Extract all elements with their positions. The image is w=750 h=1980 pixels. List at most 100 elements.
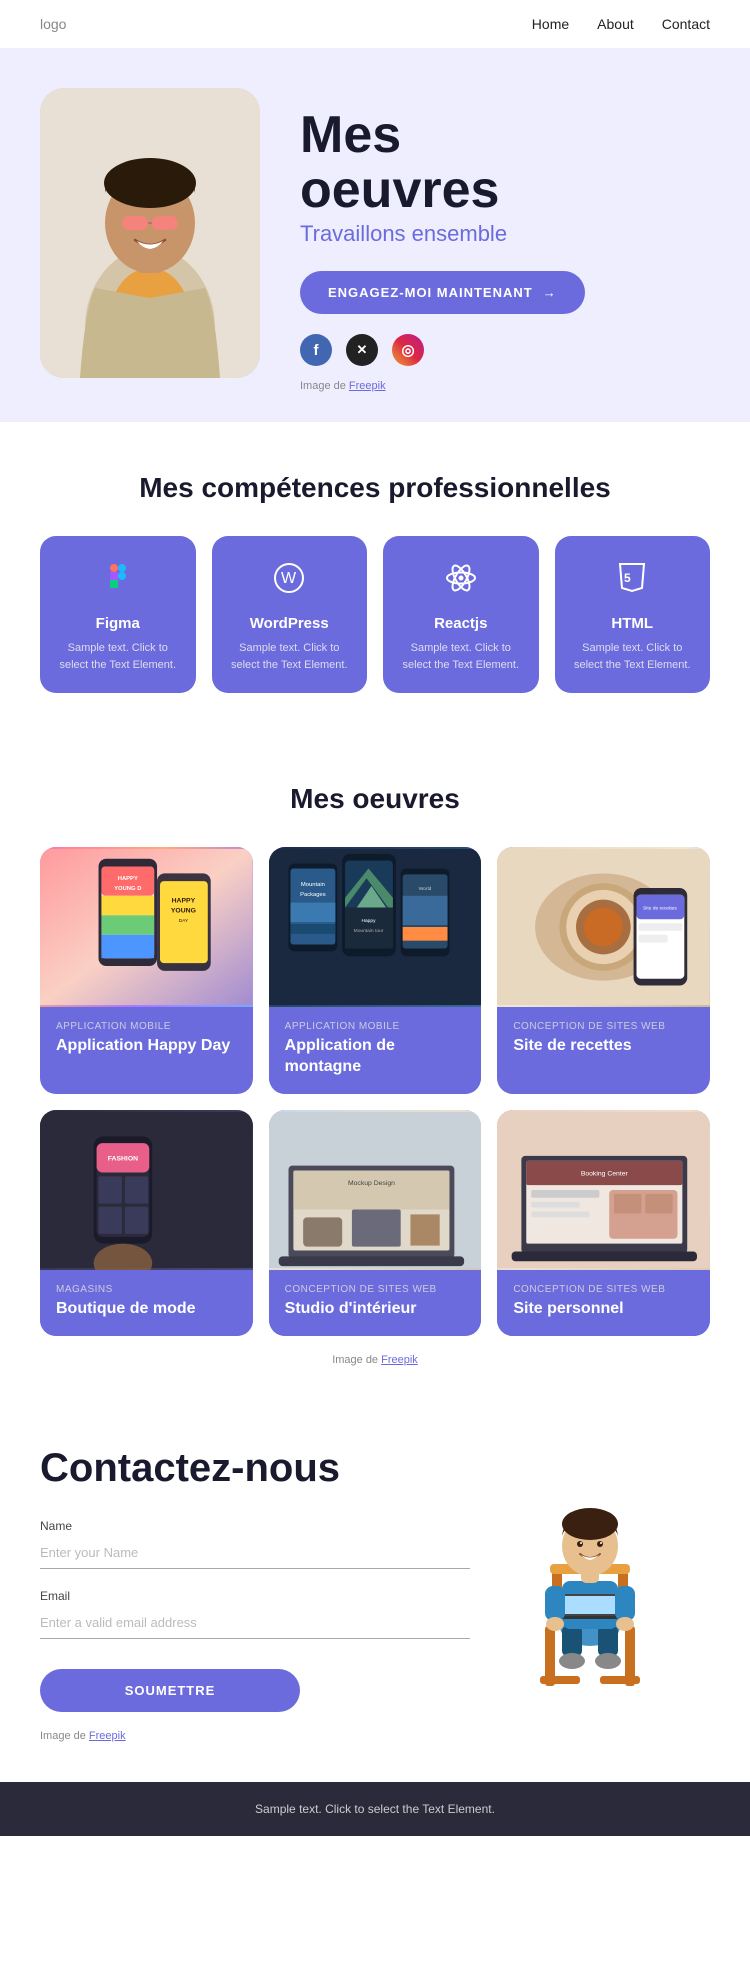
name-field-group: Name (40, 1519, 470, 1569)
svg-text:YOUNG D: YOUNG D (114, 886, 141, 892)
hero-title: Mes oeuvres (300, 108, 585, 217)
footer-text: Sample text. Click to select the Text El… (255, 1802, 495, 1816)
work-info-2: APPLICATION MOBILE Application de montag… (269, 1007, 482, 1094)
reactjs-name: Reactjs (399, 615, 523, 632)
works-title: Mes oeuvres (40, 783, 710, 815)
svg-text:W: W (281, 570, 297, 587)
social-links: f ✕ ◎ (300, 334, 585, 366)
svg-text:Mountain: Mountain (301, 882, 325, 888)
name-label: Name (40, 1519, 470, 1533)
wordpress-icon: W (228, 560, 352, 605)
svg-text:Mountain tour: Mountain tour (353, 928, 383, 934)
work-image-6: Booking Center (497, 1110, 710, 1270)
instagram-icon[interactable]: ◎ (392, 334, 424, 366)
svg-text:FASHION: FASHION (108, 1156, 138, 1163)
nav-contact[interactable]: Contact (662, 16, 710, 32)
figma-name: Figma (56, 615, 180, 632)
work-category-1: APPLICATION MOBILE (56, 1021, 237, 1032)
work-image-3: Site de recettes (497, 847, 710, 1007)
skill-card-wordpress: W WordPress Sample text. Click to select… (212, 536, 368, 693)
work-card-1[interactable]: HAPPY YOUNG D HAPPY YOUNG DAY APPLICATIO… (40, 847, 253, 1094)
cta-arrow: → (543, 285, 557, 300)
work-info-1: APPLICATION MOBILE Application Happy Day (40, 1007, 253, 1073)
reactjs-desc: Sample text. Click to select the Text El… (399, 640, 523, 673)
skills-grid: Figma Sample text. Click to select the T… (40, 536, 710, 693)
cta-button[interactable]: ENGAGEZ-MOI MAINTENANT → (300, 271, 585, 314)
work-info-5: CONCEPTION DE SITES WEB Studio d'intérie… (269, 1270, 482, 1336)
nav-home[interactable]: Home (532, 16, 569, 32)
work-title-1: Application Happy Day (56, 1036, 237, 1057)
work-category-2: APPLICATION MOBILE (285, 1021, 466, 1032)
logo: logo (40, 16, 66, 32)
email-field-group: Email (40, 1589, 470, 1639)
hero-subtitle: Travaillons ensemble (300, 221, 585, 247)
contact-form: Contactez-nous Name Email SOUMETTRE Imag… (40, 1446, 470, 1742)
wordpress-desc: Sample text. Click to select the Text El… (228, 640, 352, 673)
nav-about[interactable]: About (597, 16, 634, 32)
contact-freepik-credit: Image de Freepik (40, 1730, 470, 1742)
work-card-6[interactable]: Booking Center CONCEPTION DE SITES WEB S… (497, 1110, 710, 1336)
work-image-4: FASHION (40, 1110, 253, 1270)
work-title-4: Boutique de mode (56, 1299, 237, 1320)
twitter-x-icon[interactable]: ✕ (346, 334, 378, 366)
reactjs-icon (399, 560, 523, 605)
navbar: logo Home About Contact (0, 0, 750, 48)
html-icon: 5 (571, 560, 695, 605)
wordpress-name: WordPress (228, 615, 352, 632)
nav-links: Home About Contact (532, 16, 710, 32)
work-category-5: CONCEPTION DE SITES WEB (285, 1284, 466, 1295)
html-name: HTML (571, 615, 695, 632)
skills-section: Mes compétences professionnelles Figma S… (0, 422, 750, 733)
html-desc: Sample text. Click to select the Text El… (571, 640, 695, 673)
work-info-6: CONCEPTION DE SITES WEB Site personnel (497, 1270, 710, 1336)
contact-illustration (490, 1446, 710, 1706)
svg-text:Mockup Design: Mockup Design (348, 1180, 395, 1187)
work-title-2: Application de montagne (285, 1036, 466, 1078)
hero-section: Mes oeuvres Travaillons ensemble ENGAGEZ… (0, 48, 750, 422)
work-image-2: Mountain Packages Happy Mountain tour Wo… (269, 847, 482, 1007)
work-card-4[interactable]: FASHION MAGASINS Boutique de mode (40, 1110, 253, 1336)
work-image-1: HAPPY YOUNG D HAPPY YOUNG DAY (40, 847, 253, 1007)
svg-text:5: 5 (624, 571, 631, 585)
cta-label: ENGAGEZ-MOI MAINTENANT (328, 285, 533, 300)
hero-content: Mes oeuvres Travaillons ensemble ENGAGEZ… (300, 88, 585, 392)
hero-freepik-credit: Image de Freepik (300, 380, 585, 392)
email-label: Email (40, 1589, 470, 1603)
works-grid: HAPPY YOUNG D HAPPY YOUNG DAY APPLICATIO… (40, 847, 710, 1335)
svg-text:YOUNG: YOUNG (171, 908, 196, 915)
svg-text:HAPPY: HAPPY (118, 876, 138, 882)
contact-section: Contactez-nous Name Email SOUMETTRE Imag… (0, 1396, 750, 1782)
work-info-3: CONCEPTION DE SITES WEB Site de recettes (497, 1007, 710, 1073)
email-input[interactable] (40, 1607, 470, 1639)
work-category-4: MAGASINS (56, 1284, 237, 1295)
svg-text:Happy: Happy (361, 918, 376, 924)
skill-card-figma: Figma Sample text. Click to select the T… (40, 536, 196, 693)
skill-card-html: 5 HTML Sample text. Click to select the … (555, 536, 711, 693)
work-category-3: CONCEPTION DE SITES WEB (513, 1021, 694, 1032)
facebook-icon[interactable]: f (300, 334, 332, 366)
work-title-6: Site personnel (513, 1299, 694, 1320)
work-card-2[interactable]: Mountain Packages Happy Mountain tour Wo… (269, 847, 482, 1094)
work-info-4: MAGASINS Boutique de mode (40, 1270, 253, 1336)
work-title-3: Site de recettes (513, 1036, 694, 1057)
figma-icon (56, 560, 180, 605)
name-input[interactable] (40, 1537, 470, 1569)
svg-text:Packages: Packages (300, 892, 326, 898)
work-title-5: Studio d'intérieur (285, 1299, 466, 1320)
svg-text:HAPPY: HAPPY (172, 898, 196, 905)
svg-text:World: World (418, 886, 431, 892)
contact-title: Contactez-nous (40, 1446, 470, 1491)
work-category-6: CONCEPTION DE SITES WEB (513, 1284, 694, 1295)
svg-text:DAY: DAY (179, 918, 189, 924)
footer: Sample text. Click to select the Text El… (0, 1782, 750, 1836)
work-card-5[interactable]: Mockup Design CONCEPTION DE SITES WEB St… (269, 1110, 482, 1336)
svg-text:Booking Center: Booking Center (581, 1170, 629, 1177)
works-freepik-credit: Image de Freepik (40, 1354, 710, 1366)
works-section: Mes oeuvres (0, 733, 750, 1395)
svg-text:Site de recettes: Site de recettes (643, 906, 677, 912)
submit-button[interactable]: SOUMETTRE (40, 1669, 300, 1712)
work-image-5: Mockup Design (269, 1110, 482, 1270)
work-card-3[interactable]: Site de recettes CONCEPTION DE SITES WEB… (497, 847, 710, 1094)
hero-image (40, 88, 260, 378)
skill-card-reactjs: Reactjs Sample text. Click to select the… (383, 536, 539, 693)
